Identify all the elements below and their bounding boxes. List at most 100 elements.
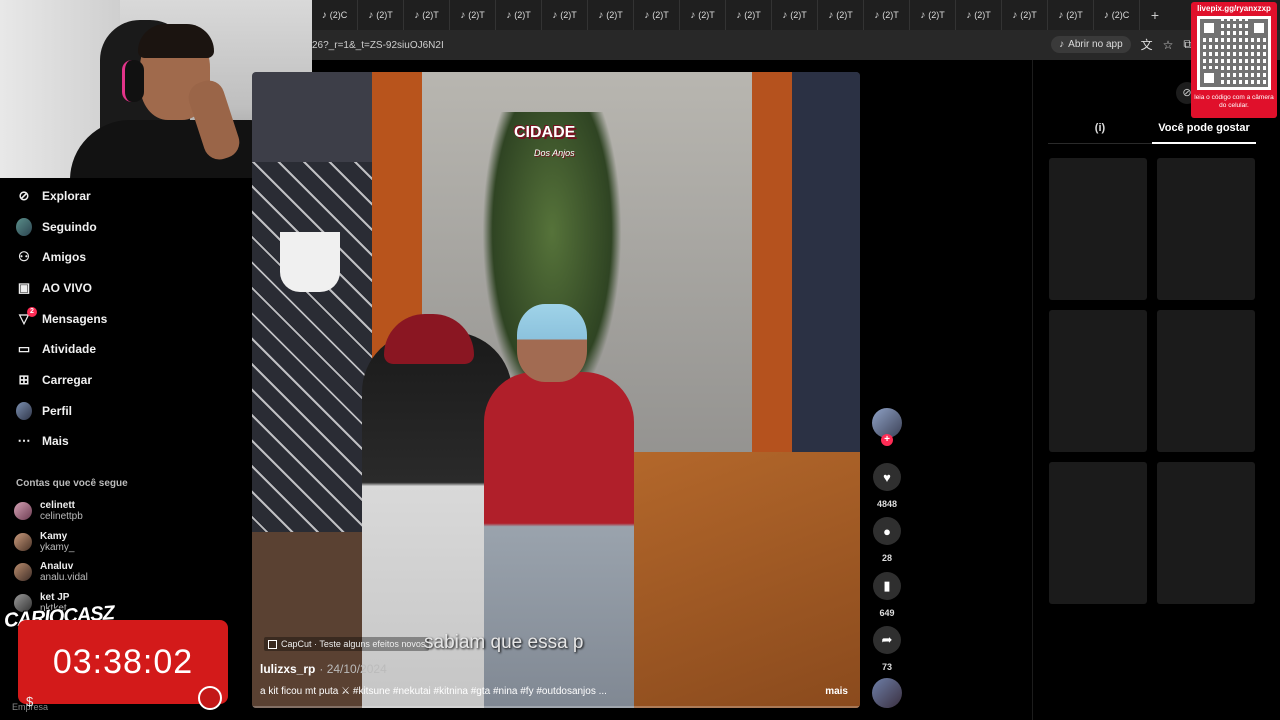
save-button[interactable]: ▮ (873, 572, 901, 600)
open-app-button[interactable]: ♪ Abrir no app (1051, 36, 1131, 53)
tiktok-icon: ♪ (828, 9, 834, 21)
address-bar[interactable]: 26?_r=1&_t=ZS-92siuOJ6N2I ♪ Abrir no app… (312, 30, 1280, 60)
sidebar-item-mais[interactable]: ⋯ Mais (16, 429, 69, 453)
browser-tab[interactable]: ♪ (2)T (772, 0, 818, 30)
capcut-icon (268, 639, 277, 649)
video-progress-bar[interactable] (252, 706, 860, 708)
tab-info[interactable]: (i) (1048, 118, 1152, 144)
comment-button[interactable]: ● (873, 517, 901, 545)
following-account[interactable]: Analuv analu.vidal (14, 561, 88, 583)
sidebar-item-label: Carregar (42, 373, 93, 387)
browser-tab[interactable]: ♪ (2)T (1048, 0, 1094, 30)
browser-tab[interactable]: ♪ (2)T (588, 0, 634, 30)
account-handle: analu.vidal (40, 572, 88, 583)
browser-tab-label: (2)T (698, 10, 715, 20)
tiktok-icon: ♪ (598, 9, 604, 21)
browser-tab[interactable]: ♪ (2)T (956, 0, 1002, 30)
browser-tab[interactable]: ♪ (2)T (542, 0, 588, 30)
browser-tab-label: (2)T (422, 10, 439, 20)
sidebar-item-label: AO VIVO (42, 281, 93, 295)
translate-icon[interactable]: 文 (1141, 36, 1153, 53)
browser-tab[interactable]: ♪ (2)T (358, 0, 404, 30)
browser-tab[interactable]: ♪ (2)T (450, 0, 496, 30)
capcut-label: CapCut · Teste alguns efeitos novos (281, 639, 426, 649)
dollar-icon: $ (26, 694, 34, 709)
caption-more-button[interactable]: mais (825, 686, 848, 697)
following-account[interactable]: Kamy ykamy_ (14, 531, 74, 553)
browser-tab[interactable]: ♪ (2)T (864, 0, 910, 30)
sidebar-item-mensagens[interactable]: ▽ 2 Mensagens (16, 307, 107, 331)
like-count: 4848 (876, 499, 898, 509)
recommendation-tile[interactable] (1157, 462, 1255, 604)
browser-tab-label: (2)C (1111, 10, 1130, 20)
new-tab-button[interactable]: + (1140, 7, 1170, 23)
like-button[interactable]: ♥ (873, 463, 901, 491)
recommendation-tile[interactable] (1157, 310, 1255, 452)
follow-plus-icon[interactable]: + (881, 434, 893, 446)
following-section-title: Contas que você segue (16, 478, 128, 489)
browser-tab-label: (2)T (560, 10, 577, 20)
recommendation-tile[interactable] (1049, 462, 1147, 604)
tab-voce-pode-gostar[interactable]: Você pode gostar (1152, 118, 1256, 144)
tiktok-icon: ♪ (460, 9, 466, 21)
browser-tab[interactable]: ♪ (2)T (634, 0, 680, 30)
browser-tab-label: (2)T (376, 10, 393, 20)
tiktok-icon: ♪ (1103, 9, 1109, 21)
browser-tab[interactable]: ♪ (2)T (1002, 0, 1048, 30)
bookmark-star-icon[interactable]: ☆ (1163, 38, 1174, 52)
sidebar-item-label: Mensagens (42, 312, 108, 326)
next-creator-avatar[interactable] (872, 678, 902, 708)
comment-icon: ● (883, 523, 891, 539)
browser-tab[interactable]: ♪ (2)T (404, 0, 450, 30)
tiktok-icon: ♪ (552, 9, 558, 21)
recommendation-tile[interactable] (1049, 310, 1147, 452)
browser-tab-label: (2)T (928, 10, 945, 20)
sidebar-item-label: Atividade (42, 342, 97, 356)
avatar (14, 533, 32, 551)
sidebar-item-explorar[interactable]: ⊘ Explorar (16, 184, 91, 208)
video-subtitle: sabiam que essa p (424, 632, 584, 653)
browser-tab[interactable]: ♪ (2)T (910, 0, 956, 30)
message-badge: 2 (27, 307, 37, 317)
tiktok-icon: ♪ (920, 9, 926, 21)
sidebar-item-carregar[interactable]: ⊞ Carregar (16, 368, 92, 392)
following-account[interactable]: celinett celinettpb (14, 500, 83, 522)
sidebar-item-ao-vivo[interactable]: ▣ AO VIVO (16, 276, 92, 300)
account-name: Kamy (40, 531, 68, 542)
browser-tab[interactable]: ♪ (2)T (680, 0, 726, 30)
browser-tab-label: (2)T (882, 10, 899, 20)
browser-tab[interactable]: ♪ (2)C (312, 0, 358, 30)
sidebar-item-perfil[interactable]: Perfil (16, 399, 72, 423)
video-author[interactable]: lulizxs_rp · 24/10/2024 (260, 662, 387, 676)
browser-tab[interactable]: ♪ (2)T (726, 0, 772, 30)
share-icon: ➦ (881, 632, 893, 647)
qr-url: livepix.gg/ryanxzxp (1197, 4, 1271, 13)
upload-icon: ⊞ (18, 372, 30, 387)
account-name: celinett (40, 500, 76, 511)
sidebar-item-seguindo[interactable]: Seguindo (16, 215, 97, 239)
browser-tab[interactable]: ♪ (2)T (818, 0, 864, 30)
capcut-tag[interactable]: CapCut · Teste alguns efeitos novos (264, 637, 430, 651)
sidebar-item-label: Mais (42, 434, 69, 448)
url-text[interactable]: 26?_r=1&_t=ZS-92siuOJ6N2I (312, 40, 444, 51)
tiktok-icon: ♪ (644, 9, 650, 21)
author-name[interactable]: lulizxs_rp (260, 662, 315, 676)
sidebar-item-label: Amigos (42, 250, 87, 264)
avatar (14, 502, 32, 520)
right-panel-tabs: (i) Você pode gostar (1048, 118, 1256, 144)
share-count: 73 (881, 662, 892, 672)
post-date: · 24/10/2024 (319, 662, 387, 676)
share-button[interactable]: ➦ (873, 626, 901, 654)
browser-tab-label: (2)T (1066, 10, 1083, 20)
sidebar-item-amigos[interactable]: ⚇ Amigos (16, 245, 86, 269)
browser-tab[interactable]: ♪ (2)C (1094, 0, 1140, 30)
video-player[interactable]: CIDADE Dos Anjos CapCut · Teste alguns e… (252, 72, 860, 708)
recommendation-tile[interactable] (1157, 158, 1255, 300)
video-logo-subtitle: Dos Anjos (534, 148, 575, 158)
recommendation-tile[interactable] (1049, 158, 1147, 300)
sidebar-item-atividade[interactable]: ▭ Atividade (16, 337, 96, 361)
browser-tab-label: (2)T (652, 10, 669, 20)
browser-tab[interactable]: ♪ (2)T (496, 0, 542, 30)
messages-icon: ▽ 2 (16, 307, 37, 327)
qr-instructions: leia o código com a câmera do celular. (1194, 94, 1274, 109)
